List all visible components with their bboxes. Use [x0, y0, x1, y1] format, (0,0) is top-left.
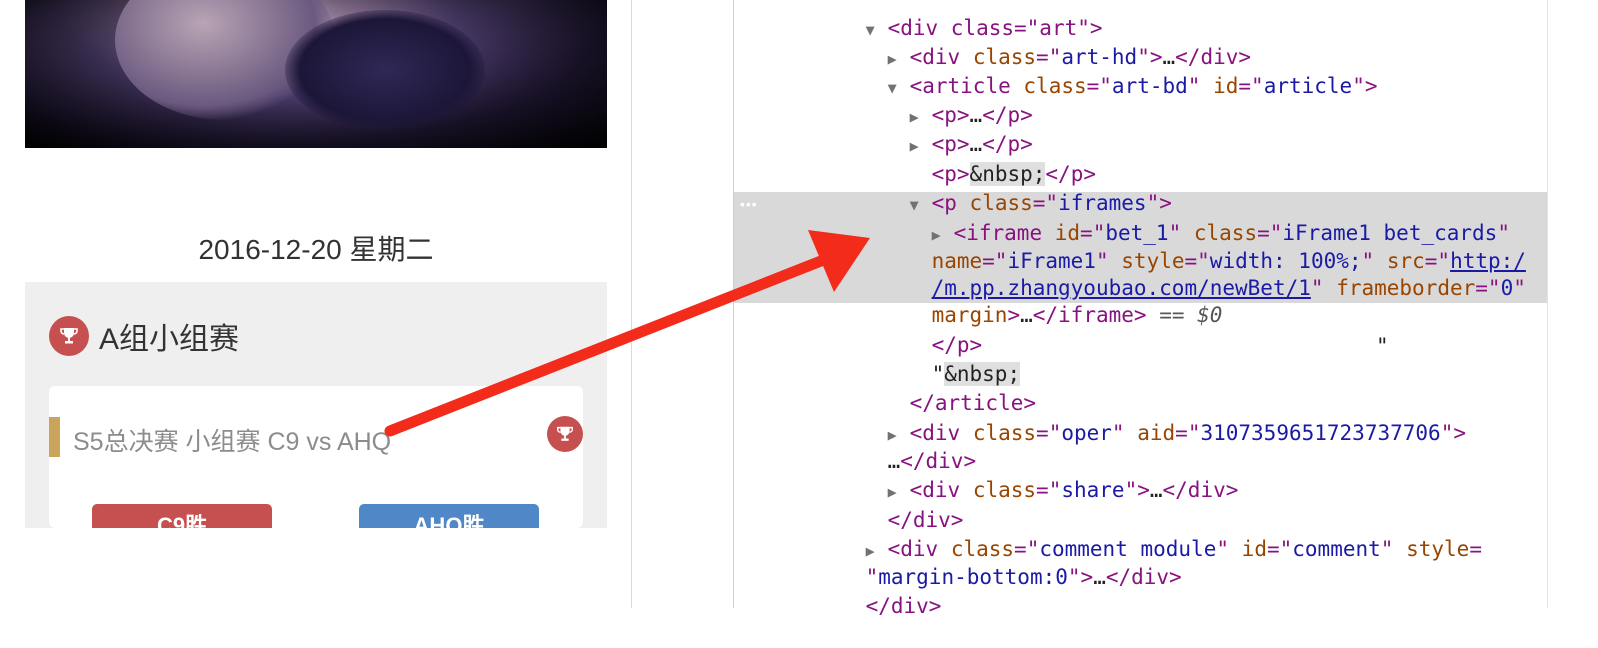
group-panel: A组小组赛 S5总决赛 小组赛 C9 vs AHQ C9胜 AHQ胜	[25, 282, 607, 528]
hero-image	[25, 0, 607, 148]
dom-line-close-div-outer[interactable]: </div>	[815, 564, 942, 648]
attr-value: share	[1061, 478, 1125, 502]
closing-tag: </div>	[865, 594, 942, 618]
selected-node-marker: == $0	[1159, 303, 1223, 327]
text-node-quote-end: "	[1376, 334, 1389, 358]
bet-ahq-button[interactable]: AHQ胜	[359, 504, 539, 528]
node-actions-ellipsis[interactable]: •••	[740, 196, 758, 212]
trophy-icon	[547, 416, 583, 452]
group-header: A组小组赛	[49, 316, 239, 356]
collapsed-ellipsis[interactable]: …	[1093, 565, 1106, 589]
collapsed-ellipsis[interactable]: …	[1020, 303, 1033, 327]
attr-value: comment	[1292, 537, 1381, 561]
devtools-elements-panel: ••• ▼ <div class="art"> ▶ <div class="art-…	[632, 0, 1598, 618]
trophy-icon	[49, 316, 89, 356]
match-title: S5总决赛 小组赛 C9 vs AHQ	[73, 428, 392, 456]
match-accent-bar	[49, 417, 60, 457]
collapsed-ellipsis[interactable]: …	[1150, 478, 1163, 502]
panel-scroll-edge	[1547, 0, 1548, 608]
group-title: A组小组赛	[99, 323, 240, 356]
attr-value: 3107359651723737706	[1200, 421, 1441, 445]
dom-gutter-divider	[733, 0, 734, 608]
date-heading: 2016-12-20 星期二	[198, 234, 434, 265]
attr-value: 0	[1500, 276, 1514, 300]
mobile-page-preview: 2016-12-20 星期二 A组小组赛 S5总决赛 小组赛 C9 vs AHQ	[0, 0, 632, 608]
attr-value: art-bd	[1111, 74, 1188, 98]
attr-value: article	[1263, 74, 1353, 98]
bet-c9-button[interactable]: C9胜	[92, 504, 272, 528]
match-card[interactable]: S5总决赛 小组赛 C9 vs AHQ C9胜 AHQ胜	[49, 386, 583, 528]
attr-value: oper	[1061, 421, 1112, 445]
